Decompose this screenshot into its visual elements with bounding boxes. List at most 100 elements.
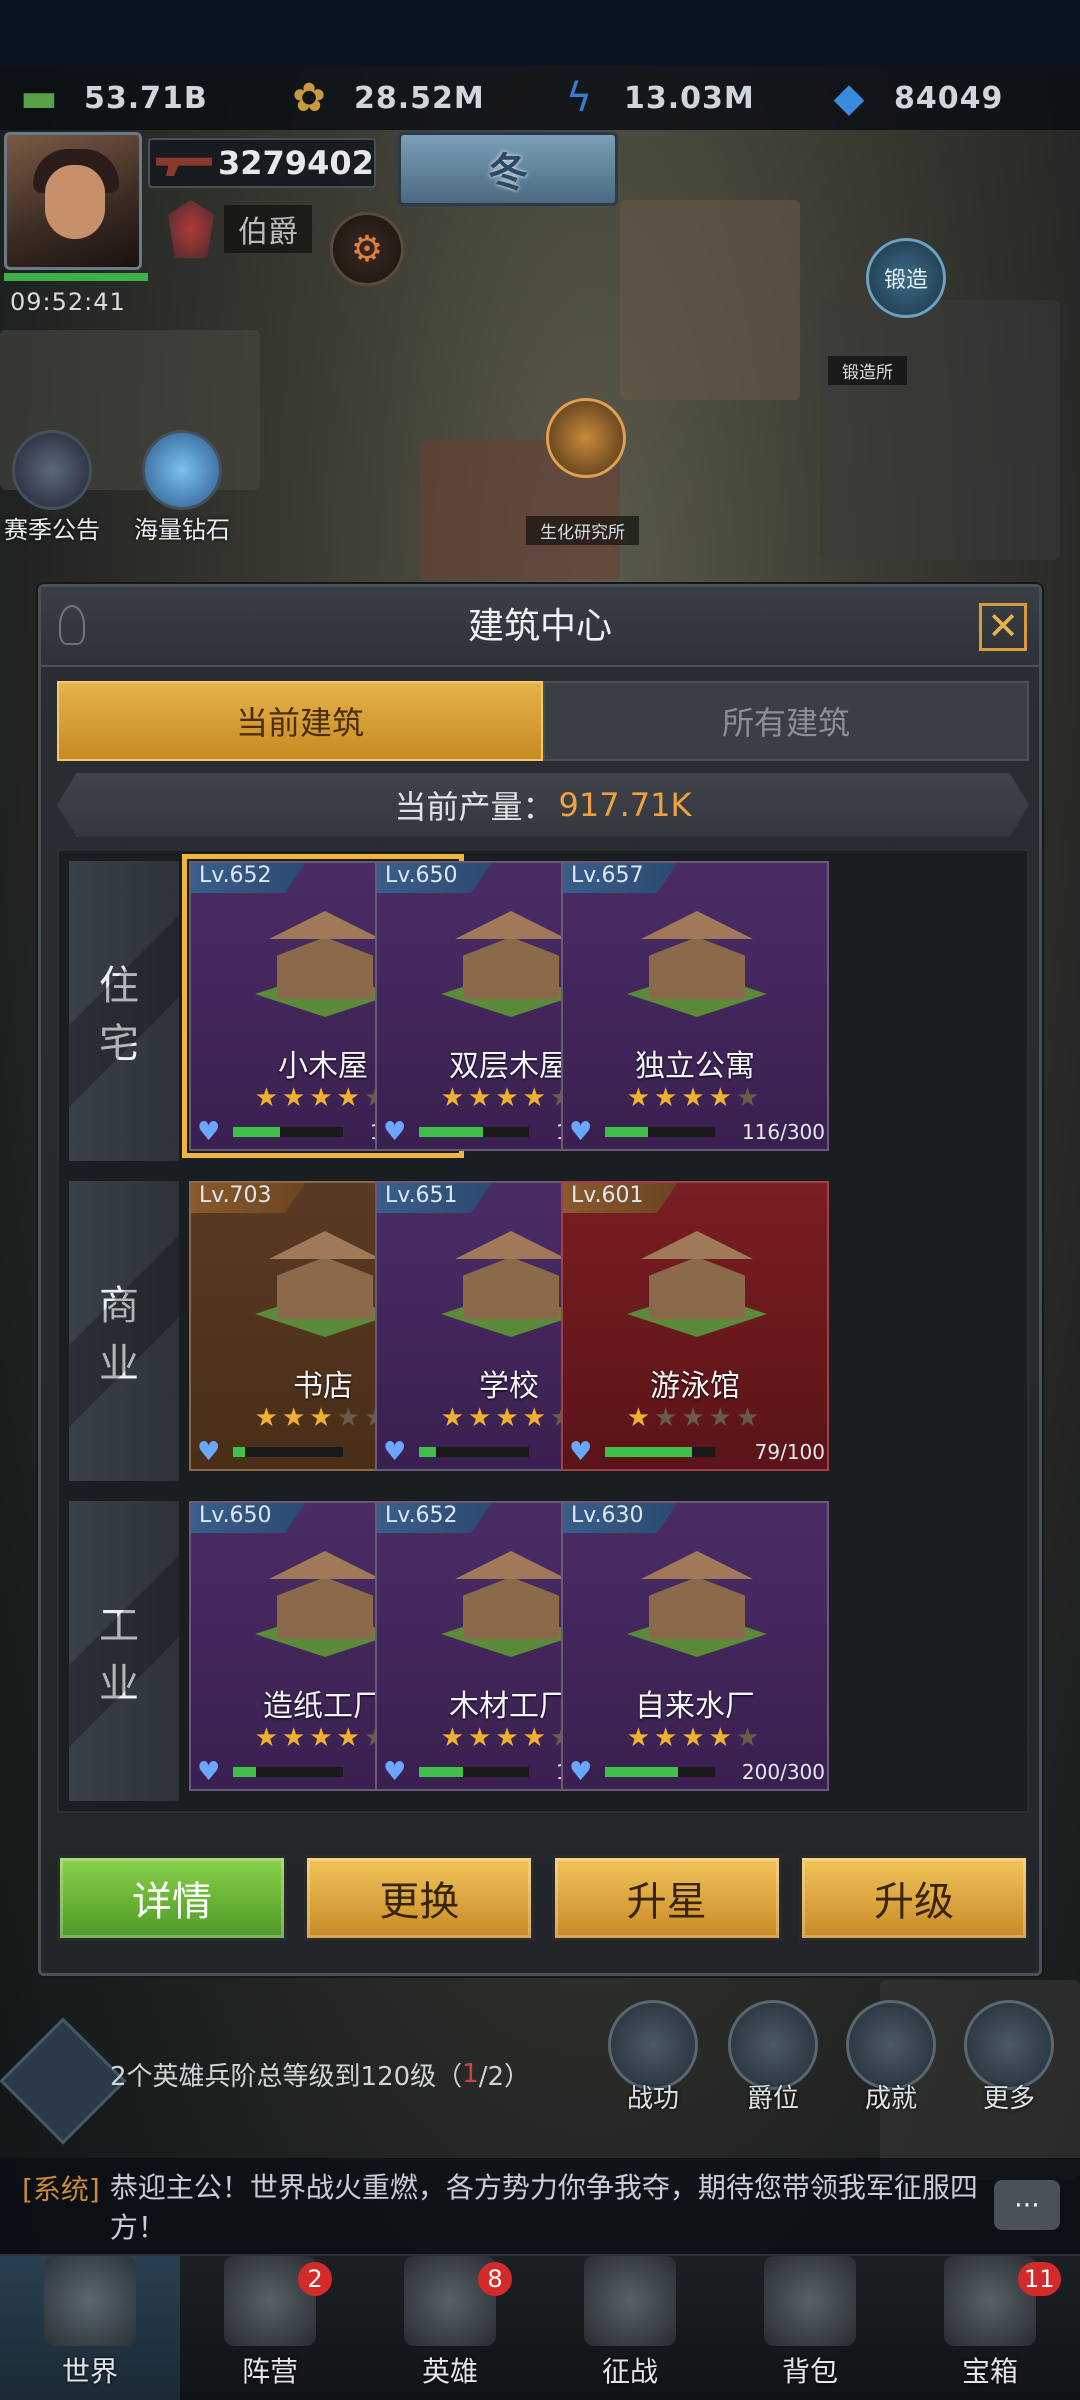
resource-diamond[interactable]: ◆ 84049 xyxy=(810,75,1080,121)
combat-power[interactable]: 3279402 xyxy=(148,138,376,188)
building-progress: ♥ 116/300 xyxy=(569,1117,825,1147)
tab-all-buildings[interactable]: 所有建筑 xyxy=(543,681,1029,761)
building-image xyxy=(627,907,767,1017)
replace-button[interactable]: 更换 xyxy=(304,1855,535,1941)
resource-bar: ▬ 53.71B ✿ 28.52M ϟ 13.03M ◆ 84049 xyxy=(0,66,1080,130)
progress-text: 200/300 xyxy=(741,1760,825,1784)
motorcycle-icon[interactable]: ⚙ xyxy=(330,212,404,286)
season-notice-button[interactable]: 赛季公告 xyxy=(4,430,100,545)
building-level: Lv.652 xyxy=(191,863,306,893)
star-icon: ★ xyxy=(522,1083,550,1113)
star-icon: ★ xyxy=(654,1403,682,1433)
upgrade-button[interactable]: 升级 xyxy=(798,1855,1029,1941)
diamonds-offer-button[interactable]: 海量钻石 xyxy=(134,430,230,545)
nav-item[interactable]: 世界 xyxy=(0,2256,180,2400)
nav-item[interactable]: 宝箱 11 xyxy=(900,2256,1080,2400)
building-name: 独立公寓 xyxy=(635,1049,755,1084)
star-icon: ★ xyxy=(254,1723,283,1753)
output-value: 917.71K xyxy=(558,786,692,824)
star-icon: ★ xyxy=(468,1723,496,1753)
star-icon: ★ xyxy=(309,1083,337,1113)
resource-energy[interactable]: ϟ 13.03M xyxy=(540,75,810,121)
nav-label: 征战 xyxy=(601,2355,658,2388)
notification-badge: 11 xyxy=(1018,2262,1061,2296)
building-image xyxy=(255,1547,395,1657)
heart-icon: ♥ xyxy=(383,1437,407,1467)
star-icon: ★ xyxy=(708,1083,736,1113)
building-card[interactable]: Lv.601 游泳馆 ★★★★★ ♥ 79/100 xyxy=(561,1181,829,1471)
nav-label: 英雄 xyxy=(421,2355,478,2388)
building-level: Lv.650 xyxy=(377,863,492,893)
category-row: 住宅Lv.652小木屋★★★★★♥129/300Lv.650双层木屋★★★★★♥… xyxy=(69,854,1019,1161)
forge-bubble[interactable]: 锻造 xyxy=(866,238,946,318)
title-icon xyxy=(728,2000,818,2090)
rank-label: 伯爵 xyxy=(224,205,312,253)
biolab-bubble[interactable] xyxy=(546,398,626,478)
category-row: 工业Lv.650造纸工厂★★★★★♥62/300Lv.652木材工厂★★★★★♥… xyxy=(69,1501,1019,1801)
chat-channel-tag: [系统] xyxy=(22,2173,100,2206)
task-icon[interactable] xyxy=(0,2017,127,2145)
building-level: Lv.703 xyxy=(191,1183,306,1213)
progress-bar xyxy=(605,1127,715,1137)
heart-icon: ♥ xyxy=(197,1117,221,1147)
task-tracker[interactable]: 2个英雄兵阶总等级到120级（ 1/2） xyxy=(110,2050,580,2098)
star-icon: ★ xyxy=(440,1403,469,1433)
building-stars: ★★★★★ xyxy=(563,1723,827,1753)
star-up-button[interactable]: 升星 xyxy=(551,1855,782,1941)
progress-bar xyxy=(605,1767,715,1777)
building-card[interactable]: Lv.630 自来水厂 ★★★★★ ♥ 200/300 xyxy=(561,1501,829,1791)
player-avatar[interactable] xyxy=(4,132,148,281)
star-icon: ★ xyxy=(254,1403,283,1433)
star-icon: ★ xyxy=(282,1723,310,1753)
heart-icon: ♥ xyxy=(383,1117,407,1147)
game-screen: { "resources": [ {"icon": "cash-icon", "… xyxy=(0,0,1080,2400)
star-icon: ★ xyxy=(522,1723,550,1753)
building-center-dialog: 建筑中心 ✕ 当前建筑 所有建筑 当前产量： 917.71K 住宅 Lv.652 小木… xyxy=(38,584,1042,1976)
building-card[interactable]: Lv.657 独立公寓 ★★★★★ ♥ 116/300 xyxy=(561,861,829,1151)
building-progress: ♥ 79/100 xyxy=(569,1437,825,1467)
building-name: 游泳馆 xyxy=(650,1369,740,1404)
nav-item[interactable]: 背包 xyxy=(720,2256,900,2400)
nav-item[interactable]: 阵营 2 xyxy=(180,2256,360,2400)
heart-icon: ♥ xyxy=(197,1757,221,1787)
nav-icon xyxy=(44,2256,136,2346)
nav-item[interactable]: 英雄 8 xyxy=(360,2256,540,2400)
season-label: 冬 xyxy=(488,150,528,196)
star-icon: ★ xyxy=(309,1723,337,1753)
star-icon: ★ xyxy=(708,1723,736,1753)
merit-button[interactable]: 战功 xyxy=(608,2000,698,2115)
close-icon[interactable]: ✕ xyxy=(979,603,1027,651)
chat-message: 恭迎主公！世界战火重燃，各方势力你争我夺，期待您带领我军征服四方！ xyxy=(109,2171,978,2244)
building-level: Lv.651 xyxy=(377,1183,492,1213)
title-button[interactable]: 爵位 xyxy=(728,2000,818,2115)
task-text-suffix: /2） xyxy=(478,2061,531,2092)
dialog-title: 建筑中心 xyxy=(467,606,612,647)
player-rank[interactable]: 伯爵 xyxy=(168,200,312,258)
nav-label: 宝箱 xyxy=(961,2355,1018,2388)
star-icon: ★ xyxy=(254,1083,283,1113)
progress-bar xyxy=(419,1767,529,1777)
star-icon: ★ xyxy=(468,1403,496,1433)
star-icon: ★ xyxy=(282,1083,310,1113)
resource-value: 84049 xyxy=(894,80,1004,116)
star-icon: ★ xyxy=(735,1723,764,1753)
chat-bar[interactable]: [系统] 恭迎主公！世界战火重燃，各方势力你争我夺，期待您带领我军征服四方！ xyxy=(0,2158,1080,2254)
building-image xyxy=(441,907,581,1017)
building-image xyxy=(441,1227,581,1337)
building-grid: 住宅Lv.652小木屋★★★★★♥129/300Lv.650双层木屋★★★★★♥… xyxy=(57,849,1029,1813)
star-icon: ★ xyxy=(708,1403,736,1433)
progress-bar xyxy=(419,1447,529,1457)
star-icon: ★ xyxy=(440,1083,469,1113)
chat-icon[interactable]: ⋯ xyxy=(994,2180,1060,2230)
achievement-button[interactable]: 成就 xyxy=(846,2000,936,2115)
resource-food[interactable]: ✿ 28.52M xyxy=(270,75,540,121)
nav-item[interactable]: 征战 xyxy=(540,2256,720,2400)
star-icon: ★ xyxy=(495,1403,523,1433)
category-label: 商业 xyxy=(69,1181,179,1481)
resource-cash[interactable]: ▬ 53.71B xyxy=(0,75,270,121)
session-timer: 09:52:41 xyxy=(10,288,126,316)
season-indicator[interactable]: 冬 xyxy=(398,132,618,206)
details-button[interactable]: 详情 xyxy=(57,1855,287,1941)
tab-current-buildings[interactable]: 当前建筑 xyxy=(57,681,543,761)
more-button[interactable]: 更多 xyxy=(964,2000,1054,2115)
